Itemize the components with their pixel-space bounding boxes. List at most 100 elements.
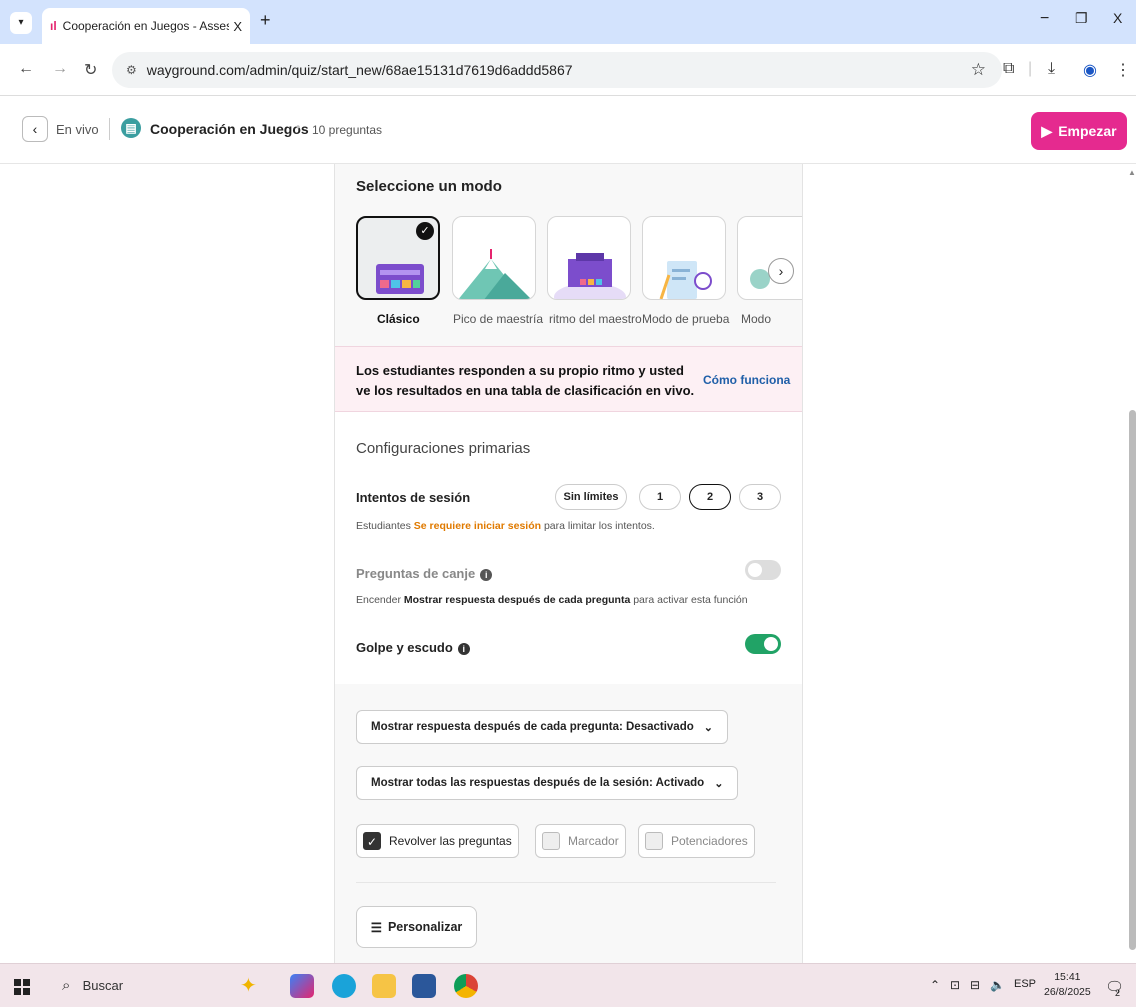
checkbox-box [542, 832, 560, 850]
start-button[interactable]: ▶ Empezar [1031, 112, 1127, 150]
browser-menu-icon[interactable]: ⋮ [1115, 60, 1131, 80]
address-bar[interactable]: ⚙ wayground.com/admin/quiz/start_new/68a… [112, 52, 1002, 88]
browser-tab[interactable]: ıl Cooperación en Juegos - Asses X [42, 8, 250, 44]
mode-card-classic[interactable]: ✓ [356, 216, 440, 300]
windows-start-icon[interactable] [14, 979, 30, 995]
mountain-illustration-icon [458, 249, 531, 299]
chrome-icon[interactable] [454, 974, 478, 998]
tab-close-icon[interactable]: X [233, 19, 242, 34]
language-indicator[interactable]: ESP [1014, 978, 1036, 990]
mode-card-test-mode[interactable] [642, 216, 726, 300]
tray-chevron-up-icon[interactable]: ⌃ [930, 978, 940, 992]
section-divider [356, 882, 776, 883]
mode-description: Los estudiantes responden a su propio ri… [356, 363, 695, 398]
settings-panel: Seleccione un modo ✓ › Clásico Pico de m… [334, 164, 803, 964]
start-button-label: Empezar [1058, 123, 1117, 139]
breadcrumb-live[interactable]: En vivo [56, 122, 99, 137]
word-icon[interactable] [412, 974, 436, 998]
chevron-down-icon: ⌄ [703, 721, 713, 734]
chevron-left-icon: ‹ [32, 121, 38, 137]
file-explorer-icon[interactable] [372, 974, 396, 998]
bookmark-star-icon[interactable]: ☆ [971, 60, 986, 80]
notification-count: 2 [1115, 988, 1121, 998]
toggle-knob [748, 563, 762, 577]
shuffle-questions-checkbox[interactable]: ✓ Revolver las preguntas [356, 824, 519, 858]
mode-label-classic: Clásico [377, 312, 420, 326]
attempts-option-2[interactable]: 2 [689, 484, 731, 510]
copilot-sparkle-icon[interactable]: ✦ [240, 974, 264, 998]
redemption-note: Encender Mostrar respuesta después de ca… [356, 594, 748, 606]
question-count: 10 preguntas [312, 123, 383, 137]
toggle-knob [764, 637, 778, 651]
login-required-link[interactable]: Se requiere iniciar sesión [414, 520, 541, 532]
mode-label-test: Modo de prueba [642, 312, 730, 326]
back-button[interactable]: ‹ [22, 116, 48, 142]
power-label: Golpe y escudo i [356, 640, 470, 655]
back-arrow-icon[interactable]: ← [18, 60, 34, 78]
show-answers-session-dropdown[interactable]: Mostrar todas las respuestas después de … [356, 766, 739, 800]
attempts-note: Estudiantes Se requiere iniciar sesión p… [356, 520, 655, 532]
sliders-icon: ☰ [370, 920, 382, 935]
info-icon[interactable]: i [480, 568, 493, 581]
minimize-button[interactable]: − [1040, 10, 1049, 28]
how-it-works-link[interactable]: Cómo funciona [703, 373, 790, 387]
app-header: ‹ En vivo ▤ Cooperación en Juegos • 10 p… [0, 96, 1136, 164]
mode-label-teacher-paced: ritmo del maestro [549, 312, 642, 326]
customize-button[interactable]: ☰ Personalizar [356, 906, 477, 948]
mode-description-banner: Los estudiantes responden a su propio ri… [335, 346, 802, 412]
meet-icon[interactable]: ⊡ [950, 978, 960, 992]
show-answer-each-dropdown[interactable]: Mostrar respuesta después de cada pregun… [356, 710, 728, 744]
copilot-app-icon[interactable] [290, 974, 314, 998]
profile-icon[interactable]: ◉ [1083, 60, 1097, 80]
attempts-option-1[interactable]: 1 [639, 484, 681, 510]
power-toggle[interactable] [745, 634, 781, 654]
restore-button[interactable]: ❐ [1075, 10, 1088, 27]
attempts-option-unlimited[interactable]: Sin límites [555, 484, 627, 510]
volume-icon[interactable]: 🔈 [990, 978, 1005, 992]
mode-card-teacher-paced[interactable] [547, 216, 631, 300]
chevron-down-icon: ⌄ [714, 777, 724, 790]
network-icon[interactable]: ⊟ [970, 978, 980, 992]
site-favicon-icon: ıl [50, 19, 57, 33]
mode-label-more: Modo [741, 312, 772, 326]
redemption-label: Preguntas de canje i [356, 566, 493, 581]
mode-illustration-icon [750, 269, 770, 289]
new-tab-button[interactable]: + [260, 10, 271, 31]
extensions-icon[interactable]: ⧉ [1003, 60, 1014, 78]
reload-icon[interactable]: ↻ [84, 60, 97, 80]
check-icon: ✓ [363, 832, 381, 850]
clock[interactable]: 15:41 26/8/2025 [1044, 970, 1091, 1000]
windows-taskbar: ⌕ Buscar ✦ ⌃ ⊡ ⊟ 🔈 ESP 15:41 26/8/2025 🗨… [0, 963, 1136, 1007]
browser-tab-bar: ▾ ıl Cooperación en Juegos - Asses X + −… [0, 0, 1136, 44]
edge-icon[interactable] [332, 974, 356, 998]
browser-toolbar: ← → ↻ ⚙ wayground.com/admin/quiz/start_n… [0, 44, 1136, 96]
play-icon: ▶ [1041, 122, 1053, 139]
quiz-title: Cooperación en Juegos [150, 121, 309, 137]
scoreboard-checkbox[interactable]: Marcador [535, 824, 626, 858]
download-icon[interactable]: ⤓ [1048, 60, 1055, 78]
url-text: wayground.com/admin/quiz/start_new/68ae1… [146, 62, 573, 78]
quiz-icon: ▤ [121, 118, 141, 138]
chevron-right-icon[interactable]: › [768, 258, 794, 284]
test-illustration-icon [659, 261, 712, 299]
close-window-button[interactable]: X [1113, 10, 1122, 26]
site-settings-icon[interactable]: ⚙ [126, 63, 137, 77]
powerups-checkbox[interactable]: Potenciadores [638, 824, 755, 858]
tab-title: Cooperación en Juegos - Asses [62, 19, 230, 33]
page-scrollbar[interactable] [1129, 410, 1136, 950]
taskbar-search[interactable]: ⌕ Buscar [62, 977, 123, 994]
toolbar-divider: | [1028, 60, 1033, 77]
search-icon: ⌕ [62, 977, 71, 994]
forward-arrow-icon[interactable]: → [52, 60, 68, 78]
scroll-up-icon[interactable]: ▲ [1128, 168, 1136, 177]
info-icon[interactable]: i [457, 642, 470, 655]
mode-card-more[interactable] [737, 216, 802, 300]
checkbox-box [645, 832, 663, 850]
mode-card-mastery-peak[interactable] [452, 216, 536, 300]
attempts-option-3[interactable]: 3 [739, 484, 781, 510]
tab-list-dropdown[interactable]: ▾ [10, 12, 32, 34]
primary-settings: Configuraciones primarias Intentos de se… [335, 412, 802, 684]
mode-heading: Seleccione un modo [356, 178, 502, 195]
redemption-toggle[interactable] [745, 560, 781, 580]
separator-dot: • [296, 120, 301, 134]
